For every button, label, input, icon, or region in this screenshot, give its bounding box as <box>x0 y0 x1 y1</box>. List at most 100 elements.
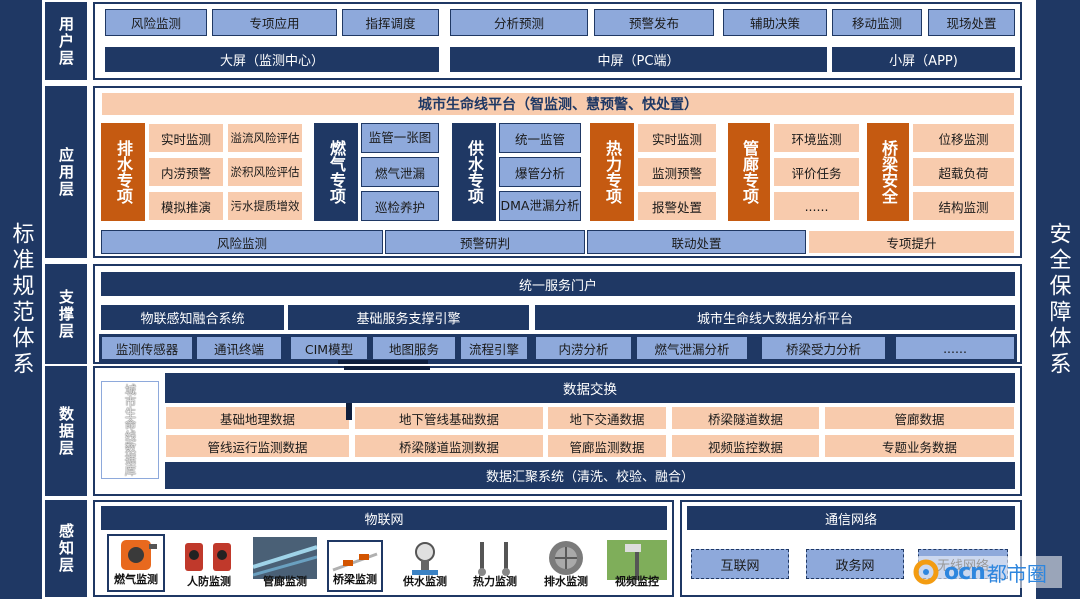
app-bottom-linkage-disposal: 联动处置 <box>587 230 806 254</box>
data-item: 桥梁隧道数据 <box>671 406 820 430</box>
sensor-label: 供水监测 <box>403 575 447 588</box>
data-item: 桥梁隧道监测数据 <box>354 434 544 458</box>
sensor-water: 供水监测 <box>396 540 454 592</box>
sensor-video: 视频监控 <box>607 540 667 592</box>
gas-item: 燃气泄漏 <box>361 157 439 187</box>
data-item: 管线运行监测数据 <box>165 434 350 458</box>
alarm-device-icon <box>185 543 231 571</box>
connector-bar <box>338 360 428 364</box>
sensor-corridor: 管廊监测 <box>252 537 318 592</box>
user-item-analysis-prediction: 分析预测 <box>450 9 588 36</box>
service-item: ...... <box>895 336 1015 360</box>
service-item: 内涝分析 <box>535 336 632 360</box>
drainage-item: 实时监测 <box>148 123 224 153</box>
net-internet: 互联网 <box>691 549 789 579</box>
sensor-label: 人防监测 <box>187 575 231 588</box>
sensor-label: 桥梁监测 <box>333 573 377 586</box>
watermark-mark: ocn <box>944 559 986 585</box>
user-item-mobile-monitoring: 移动监测 <box>832 9 922 36</box>
corridor-item: ...... <box>773 191 860 221</box>
watermark-text: 都市圈 <box>986 561 1047 586</box>
app-bottom-risk-monitoring: 风险监测 <box>101 230 383 254</box>
gas-detector-icon <box>121 540 157 570</box>
layer-title-user: 用户层 <box>45 2 87 80</box>
drainage-item: 模拟推演 <box>148 191 224 221</box>
drainage-item: 溢流风险评估 <box>227 123 303 153</box>
corridor-item: 评价任务 <box>773 157 860 187</box>
ocn-logo-icon <box>913 559 939 585</box>
bridge-title: 桥梁安全 <box>867 123 909 221</box>
sensor-drainage: 排水监测 <box>536 540 596 592</box>
bridge-item: 位移监测 <box>912 123 1015 153</box>
data-item: 基础地理数据 <box>165 406 350 430</box>
user-item-risk-monitoring: 风险监测 <box>105 9 207 36</box>
basic-service-engine: 基础服务支撑引擎 <box>288 305 529 330</box>
service-item: 燃气泄漏分析 <box>636 336 748 360</box>
sensor-gas: 燃气监测 <box>107 534 165 592</box>
heat-item: 报警处置 <box>637 191 717 221</box>
app-bottom-warning-judgment: 预警研判 <box>385 230 585 254</box>
sensor-civil-defense: 人防监测 <box>179 537 239 592</box>
right-side-banner: 安全保障体系 <box>1036 0 1080 599</box>
drainage-item: 淤积风险评估 <box>227 157 303 187</box>
data-aggregation-system: 数据汇聚系统（清洗、校验、融合） <box>165 462 1015 489</box>
sensor-heat: 热力监测 <box>466 540 524 592</box>
data-item: 地下交通数据 <box>547 406 667 430</box>
data-item: 专题业务数据 <box>824 434 1015 458</box>
water-item: 爆管分析 <box>499 157 581 187</box>
screen-medium: 中屏（PC端） <box>450 47 827 72</box>
sensor-label: 管廊监测 <box>263 575 307 588</box>
user-item-command-dispatch: 指挥调度 <box>342 9 439 36</box>
data-item: 管廊数据 <box>824 406 1015 430</box>
big-data-platform: 城市生命线大数据分析平台 <box>535 305 1015 330</box>
service-item: 地图服务 <box>372 336 456 360</box>
corridor-title: 管廊专项 <box>728 123 770 221</box>
watermark-logo: ocn 都市圈 <box>912 556 1062 588</box>
heat-item: 监测预警 <box>637 157 717 187</box>
layer-title-app: 应用层 <box>45 86 87 258</box>
bridge-item: 超载负荷 <box>912 157 1015 187</box>
sensor-label: 热力监测 <box>473 575 517 588</box>
iot-fusion-system: 物联感知融合系统 <box>101 305 284 330</box>
user-item-decision-support: 辅助决策 <box>723 9 827 36</box>
sensor-bridge: 桥梁监测 <box>327 540 383 592</box>
data-item: 视频监控数据 <box>671 434 820 458</box>
service-item: 通讯终端 <box>196 336 282 360</box>
service-item: CIM模型 <box>290 336 368 360</box>
unified-service-portal: 统一服务门户 <box>101 272 1015 296</box>
water-item: 统一监管 <box>499 123 581 153</box>
data-exchange: 数据交换 <box>165 373 1015 403</box>
connector-bar <box>346 403 352 420</box>
user-item-warning-release: 预警发布 <box>594 9 714 36</box>
data-item: 地下管线基础数据 <box>354 406 544 430</box>
water-title: 供水专项 <box>452 123 496 221</box>
layer-title-sense: 感知层 <box>45 500 87 597</box>
sensor-label: 燃气监测 <box>114 573 158 586</box>
water-item: DMA泄漏分析 <box>499 191 581 221</box>
sensor-label: 排水监测 <box>544 575 588 588</box>
service-item: 监测传感器 <box>101 336 193 360</box>
screen-small: 小屏（APP) <box>832 47 1015 72</box>
drainage-item: 内涝预警 <box>148 157 224 187</box>
iot-title: 物联网 <box>101 506 667 530</box>
sensor-label: 视频监控 <box>615 575 659 588</box>
layer-title-support: 支撑层 <box>45 264 87 364</box>
heat-item: 实时监测 <box>637 123 717 153</box>
heat-title: 热力专项 <box>590 123 634 221</box>
user-item-onsite-disposal: 现场处置 <box>928 9 1015 36</box>
network-title: 通信网络 <box>687 506 1015 530</box>
user-item-special-application: 专项应用 <box>212 9 337 36</box>
left-side-banner: 标准规范体系 <box>0 0 42 599</box>
service-item: 桥梁受力分析 <box>761 336 886 360</box>
platform-title: 城市生命线平台（智监测、慧预警、快处置） <box>101 92 1015 116</box>
gas-item: 巡检养护 <box>361 191 439 221</box>
connector-bar <box>344 366 430 370</box>
gas-title: 燃气专项 <box>314 123 358 221</box>
left-side-title: 标准规范体系 <box>8 221 34 378</box>
screen-large: 大屏（监测中心） <box>105 47 439 72</box>
drainage-item: 污水提质增效 <box>227 191 303 221</box>
bridge-item: 结构监测 <box>912 191 1015 221</box>
layer-title-data: 数据层 <box>45 366 87 496</box>
gas-item: 监管一张图 <box>361 123 439 153</box>
data-item: 管廊监测数据 <box>547 434 667 458</box>
